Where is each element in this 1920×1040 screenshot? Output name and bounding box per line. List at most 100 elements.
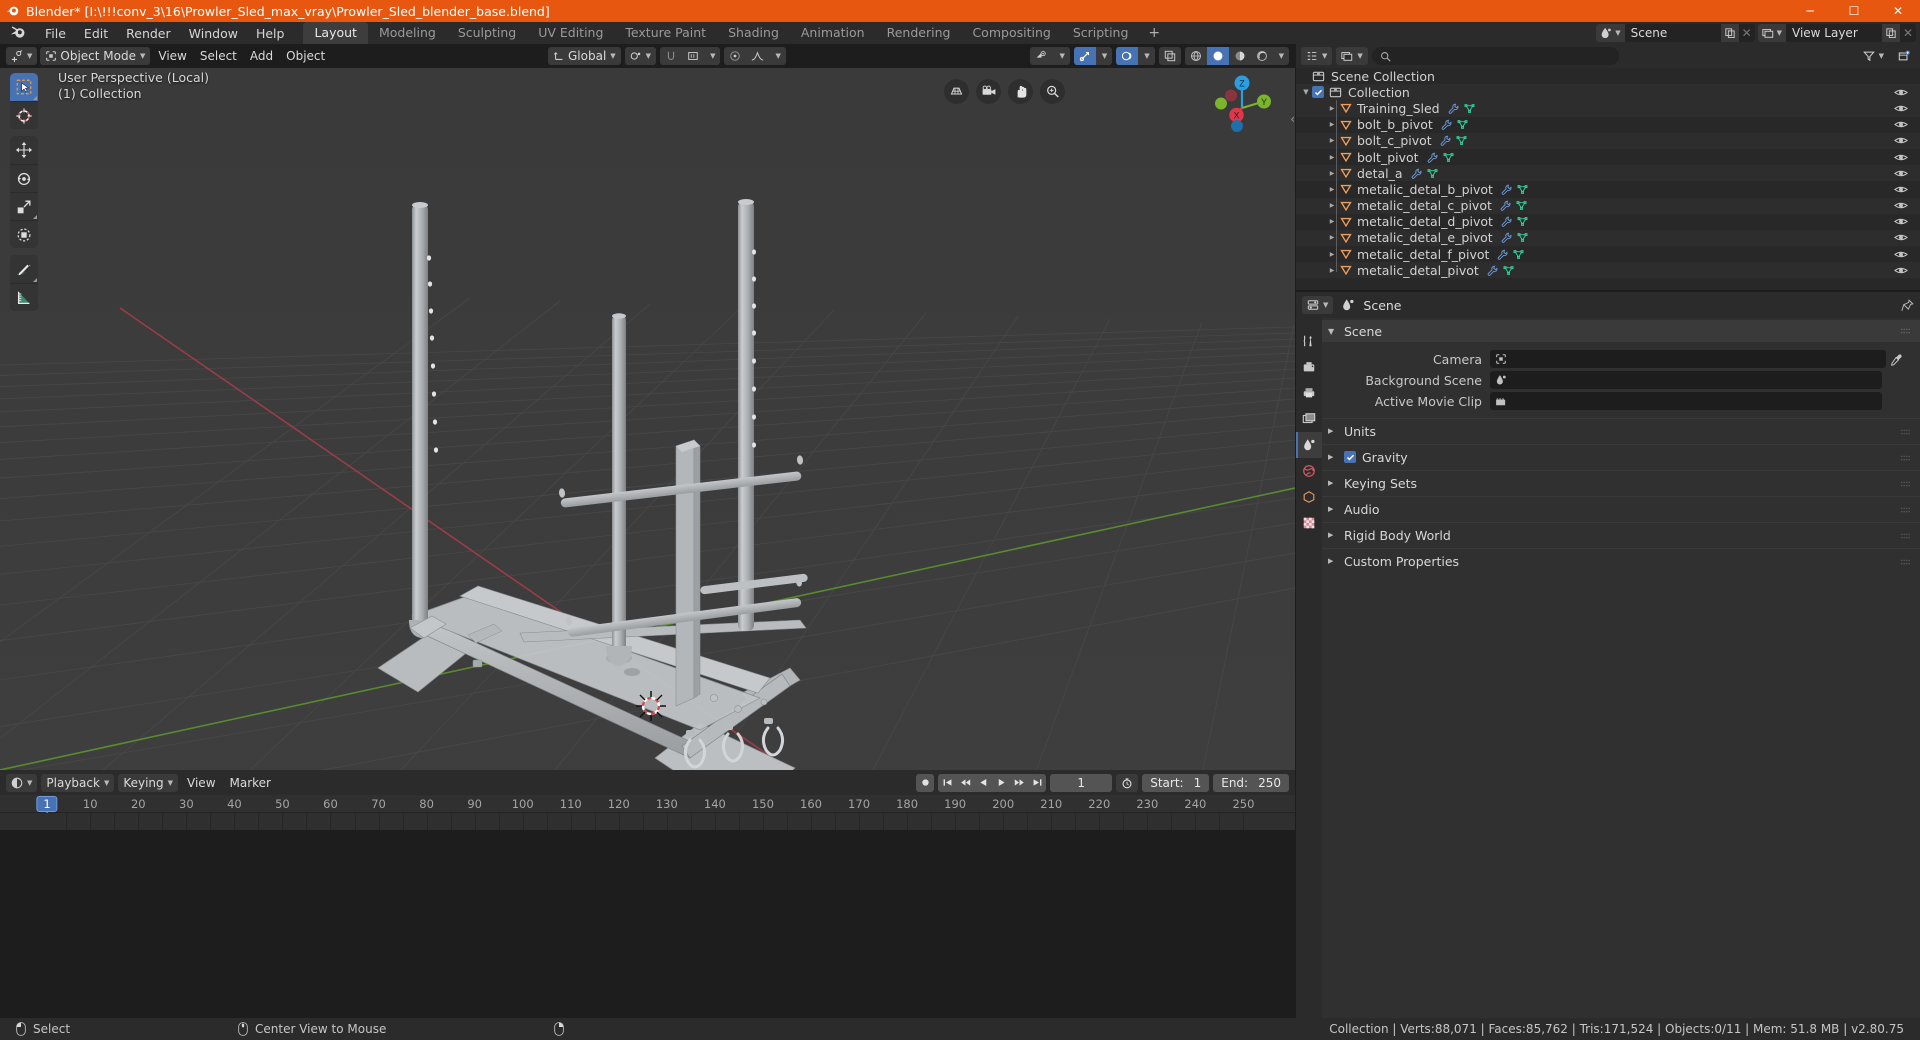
collection-expand-triangle[interactable]: ▼ (1300, 88, 1312, 96)
outliner-row-object[interactable]: ▶ metalic_detal_pivot (1296, 262, 1920, 279)
pan-view-icon[interactable] (1008, 79, 1033, 104)
wireframe-shading-icon[interactable] (1185, 47, 1207, 65)
measure-tool[interactable] (10, 283, 38, 311)
active-movie-clip-field[interactable] (1490, 392, 1882, 410)
panel-drag-grip[interactable] (1900, 558, 1910, 566)
scene-panel-triangle[interactable]: ▼ (1328, 327, 1338, 336)
viewport-axis-gizmo[interactable]: Z Y X (1207, 73, 1277, 143)
outliner-row-object[interactable]: ▶ bolt_pivot (1296, 149, 1920, 165)
scene-selector[interactable]: ▼ Scene ✕ (1596, 24, 1755, 42)
start-frame-value[interactable]: 1 (1194, 776, 1202, 790)
modifier-wrench-icon[interactable] (1448, 103, 1459, 114)
new-view-layer-button[interactable] (1882, 24, 1900, 42)
mesh-data-icon[interactable] (1513, 249, 1524, 260)
properties-tab-scene[interactable] (1296, 432, 1322, 458)
end-frame-field[interactable]: End: 250 (1213, 773, 1289, 792)
timeline-editor-type-selector[interactable]: ▼ (6, 773, 38, 792)
menu-window[interactable]: Window (180, 23, 247, 43)
mesh-data-icon[interactable] (1503, 265, 1514, 276)
new-scene-button[interactable] (1720, 24, 1739, 42)
object-mode-selector[interactable]: Object Mode ▼ (40, 47, 151, 65)
mesh-data-icon[interactable] (1457, 119, 1468, 130)
object-visibility-toggle[interactable] (1894, 214, 1908, 230)
mesh-data-icon[interactable] (1517, 216, 1528, 227)
rendered-shading-icon[interactable] (1251, 47, 1273, 65)
transform-tool[interactable] (10, 220, 38, 248)
maximize-button[interactable]: ☐ (1832, 0, 1876, 22)
object-visibility-toggle[interactable] (1894, 149, 1908, 165)
show-gizmo-icon[interactable] (1073, 47, 1096, 65)
remove-view-layer-button[interactable]: ✕ (1900, 24, 1916, 42)
mesh-data-icon[interactable] (1464, 103, 1475, 114)
properties-tab-object[interactable] (1296, 484, 1322, 510)
jump-to-end-button[interactable] (1028, 774, 1046, 792)
object-visibility-toggle[interactable] (1894, 117, 1908, 133)
properties-section-custom-properties[interactable]: ▶ Custom Properties (1322, 548, 1920, 573)
menu-render[interactable]: Render (117, 23, 180, 43)
mesh-data-icon[interactable] (1517, 184, 1528, 195)
object-visibility-toggle[interactable] (1894, 262, 1908, 278)
overlays-dropdown[interactable]: ▼ (1138, 47, 1154, 65)
menu-file[interactable]: File (36, 23, 75, 43)
tab-layout[interactable]: Layout (303, 22, 368, 44)
camera-field[interactable] (1490, 350, 1886, 368)
add-workspace-button[interactable]: + (1139, 22, 1169, 44)
select-box-tool[interactable] (10, 73, 38, 101)
modifier-wrench-icon[interactable] (1411, 168, 1422, 179)
tab-compositing[interactable]: Compositing (961, 22, 1061, 44)
current-frame-field[interactable]: 1 (1050, 773, 1113, 792)
scale-tool[interactable] (10, 192, 38, 220)
scene-icon[interactable]: ▼ (1596, 24, 1625, 42)
gizmo-dropdown[interactable]: ▼ (1096, 47, 1112, 65)
pin-id-icon[interactable] (1901, 298, 1914, 312)
outliner-row-object[interactable]: ▶ metalic_detal_b_pivot (1296, 181, 1920, 197)
play-reverse-button[interactable] (974, 774, 992, 792)
pivot-point-selector[interactable]: ▼ (624, 47, 657, 65)
properties-tab-output[interactable] (1296, 380, 1322, 406)
transform-orientation-selector[interactable]: Global ▼ (548, 47, 621, 65)
tab-texture-paint[interactable]: Texture Paint (614, 22, 717, 44)
modifier-wrench-icon[interactable] (1501, 216, 1512, 228)
section-expand-triangle[interactable]: ▶ (1328, 453, 1338, 461)
close-button[interactable]: ✕ (1876, 0, 1920, 22)
object-visibility-toggle[interactable] (1894, 198, 1908, 214)
unlink-scene-button[interactable]: ✕ (1739, 24, 1755, 42)
background-scene-field[interactable] (1490, 371, 1882, 389)
show-overlays-icon[interactable] (1116, 47, 1139, 65)
outliner-row-object[interactable]: ▶ metalic_detal_c_pivot (1296, 197, 1920, 214)
modifier-wrench-icon[interactable] (1501, 232, 1512, 244)
object-visibility-toggle[interactable] (1894, 230, 1908, 246)
timeline-playhead-badge[interactable]: 1 (36, 796, 58, 812)
visibility-dropdown[interactable]: ▼ (1053, 47, 1069, 65)
object-visibility-toggle[interactable] (1894, 133, 1908, 149)
panel-drag-grip[interactable] (1900, 327, 1910, 335)
editor-type-selector[interactable]: ▼ (6, 47, 38, 65)
view-layer-name-text[interactable]: View Layer (1786, 24, 1882, 42)
panel-drag-grip[interactable] (1900, 532, 1910, 540)
snap-toggle-icon[interactable] (660, 47, 682, 65)
tab-uv-editing[interactable]: UV Editing (527, 22, 614, 44)
properties-tab-world[interactable] (1296, 458, 1322, 484)
mesh-data-icon[interactable] (1427, 168, 1438, 179)
panel-drag-grip[interactable] (1900, 506, 1910, 514)
properties-tab-render[interactable] (1296, 354, 1322, 380)
properties-editor-type-selector[interactable]: ▼ (1302, 296, 1334, 314)
properties-section-units[interactable]: ▶ Units (1322, 418, 1920, 443)
end-frame-value[interactable]: 250 (1258, 776, 1281, 790)
outliner-row-scene-collection[interactable]: Scene Collection (1296, 68, 1920, 84)
falloff-curve-icon[interactable] (746, 47, 769, 65)
shading-dropdown[interactable]: ▼ (1273, 47, 1289, 65)
outliner-editor-type-selector[interactable]: ▼ (1301, 47, 1333, 65)
modifier-wrench-icon[interactable] (1487, 265, 1498, 276)
outliner-new-collection-icon[interactable] (1893, 47, 1915, 65)
cursor-tool[interactable] (10, 101, 38, 129)
menu-help[interactable]: Help (247, 23, 294, 43)
object-visibility-toggle[interactable] (1894, 165, 1908, 181)
material-preview-shading-icon[interactable] (1229, 47, 1251, 65)
tab-sculpting[interactable]: Sculpting (447, 22, 527, 44)
viewport-menu-select[interactable]: Select (195, 47, 242, 65)
menu-edit[interactable]: Edit (75, 23, 117, 43)
outliner-row-object[interactable]: ▶ metalic_detal_f_pivot (1296, 246, 1920, 262)
move-tool[interactable] (10, 136, 38, 164)
mesh-data-icon[interactable] (1443, 152, 1454, 163)
